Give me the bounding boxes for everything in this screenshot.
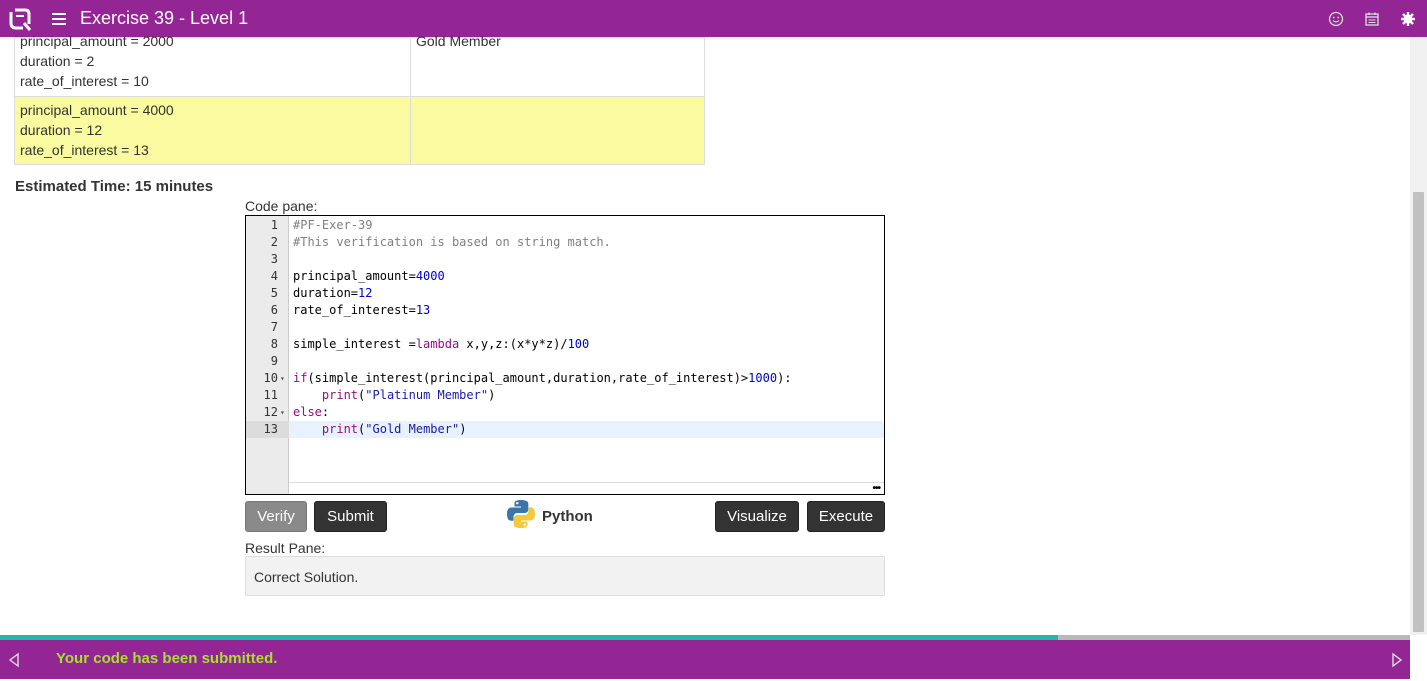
- settings-icon[interactable]: [1399, 10, 1417, 28]
- code-line[interactable]: 8 simple_interest =lambda x,y,z:(x*y*z)/1…: [246, 336, 884, 353]
- code-line[interactable]: 5 duration=12: [246, 285, 884, 302]
- code-line[interactable]: 3: [246, 251, 884, 268]
- line-number: 13: [246, 421, 289, 438]
- submit-button[interactable]: Submit: [314, 501, 387, 532]
- input-line: principal_amount = 2000: [20, 33, 174, 49]
- code-text: #PF-Exer-39: [293, 218, 373, 232]
- code-line[interactable]: 6 rate_of_interest=13: [246, 302, 884, 319]
- result-pane-label: Result Pane:: [245, 540, 326, 556]
- code-line[interactable]: 7: [246, 319, 884, 336]
- code-line[interactable]: 2 #This verification is based on string m…: [246, 234, 884, 251]
- code-text: print("Gold Member"): [321, 422, 467, 436]
- calendar-icon[interactable]: [1363, 10, 1381, 28]
- page-scrollbar[interactable]: [1410, 37, 1427, 635]
- code-text: rate_of_interest=13: [293, 303, 431, 317]
- line-number: 7: [270, 320, 278, 334]
- table-row: principal_amount = 2000 duration = 2 rat…: [14, 33, 705, 97]
- code-text: simple_interest =lambda x,y,z:(x*y*z)/10…: [293, 337, 590, 351]
- input-line: duration = 2: [20, 53, 95, 69]
- code-editor[interactable]: 1 #PF-Exer-39 2 #This verification is based…: [245, 215, 885, 495]
- language-indicator: Python: [505, 500, 593, 533]
- previous-icon[interactable]: [7, 652, 21, 668]
- output-text: Gold Member: [416, 33, 501, 49]
- line-number: 10: [263, 371, 278, 385]
- menu-icon[interactable]: [52, 12, 66, 25]
- more-icon[interactable]: •••: [872, 483, 880, 494]
- code-line[interactable]: 12 ▾ else:: [246, 404, 884, 421]
- submission-message: Your code has been submitted.: [56, 650, 278, 667]
- verify-button[interactable]: Verify: [245, 501, 307, 532]
- line-number: 3: [270, 252, 278, 266]
- line-number: 8: [270, 337, 278, 351]
- input-line: rate_of_interest = 13: [20, 142, 149, 158]
- input-line: rate_of_interest = 10: [20, 73, 149, 89]
- line-number: 5: [270, 286, 278, 300]
- code-line[interactable]: 10 ▾ if(simple_interest(principal_amount,d…: [246, 370, 884, 387]
- code-text: print("Platinum Member"): [321, 388, 496, 402]
- code-line[interactable]: 4 principal_amount=4000: [246, 268, 884, 285]
- code-line[interactable]: 9: [246, 353, 884, 370]
- fold-icon[interactable]: ▾: [280, 404, 285, 421]
- line-number: 2: [270, 235, 278, 249]
- result-pane: Correct Solution.: [245, 556, 885, 596]
- table-cell-input: principal_amount = 2000 duration = 2 rat…: [14, 33, 411, 97]
- page-title: Exercise 39 - Level 1: [80, 8, 249, 28]
- python-icon: [505, 498, 537, 535]
- execute-button[interactable]: Execute: [807, 501, 885, 532]
- estimated-time: Estimated Time: 15 minutes: [15, 178, 214, 195]
- code-pane-label: Code pane:: [245, 198, 318, 214]
- bottom-bar: Your code has been submitted.: [0, 640, 1410, 679]
- table-cell-output: [410, 96, 705, 165]
- code-line[interactable]: 1 #PF-Exer-39: [246, 217, 884, 234]
- table-row: principal_amount = 4000 duration = 12 ra…: [14, 96, 705, 165]
- input-line: duration = 12: [20, 122, 103, 138]
- code-text: else:: [293, 405, 330, 419]
- code-text: if(simple_interest(principal_amount,dura…: [293, 371, 792, 385]
- table-cell-input: principal_amount = 4000 duration = 12 ra…: [14, 96, 411, 165]
- code-text: #This verification is based on string ma…: [293, 235, 611, 249]
- code-text: duration=12: [293, 286, 373, 300]
- table-cell-output: Gold Member: [410, 33, 705, 97]
- language-label: Python: [542, 508, 593, 525]
- next-icon[interactable]: [1390, 652, 1404, 668]
- smiley-icon[interactable]: [1327, 10, 1345, 28]
- line-number: 12: [263, 405, 278, 419]
- test-case-table: principal_amount = 2000 duration = 2 rat…: [14, 33, 705, 165]
- input-line: principal_amount = 4000: [20, 102, 174, 118]
- line-number: 4: [270, 269, 278, 283]
- line-number: 11: [263, 388, 278, 402]
- line-number: 6: [270, 303, 278, 317]
- code-line[interactable]: 13 print("Gold Member"): [246, 421, 884, 438]
- line-number: 9: [270, 354, 278, 368]
- fold-icon[interactable]: ▾: [280, 370, 285, 387]
- code-line[interactable]: 11 print("Platinum Member"): [246, 387, 884, 404]
- line-number: 1: [270, 218, 278, 232]
- code-text: principal_amount=4000: [293, 269, 445, 283]
- editor-horizontal-scrollbar[interactable]: [289, 482, 884, 494]
- visualize-button[interactable]: Visualize: [715, 501, 799, 532]
- scrollbar-thumb[interactable]: [1413, 192, 1424, 632]
